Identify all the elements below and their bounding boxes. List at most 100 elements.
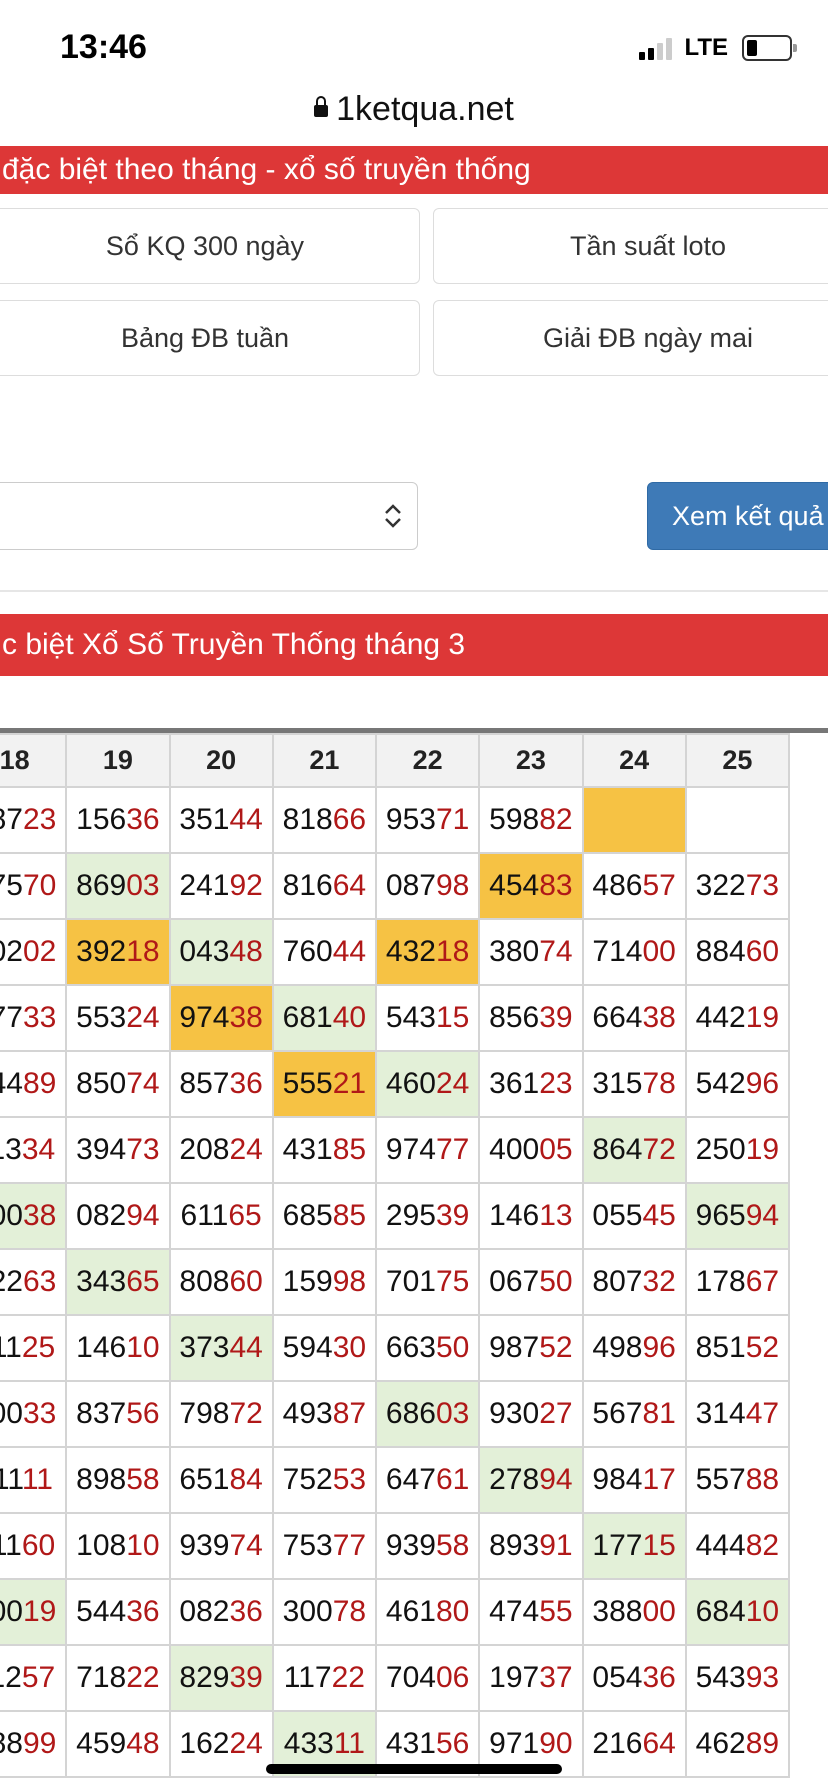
result-cell: 83756 — [65, 1380, 171, 1448]
result-cell: 59882 — [478, 786, 584, 854]
result-cell: 14610 — [65, 1314, 171, 1382]
view-results-button[interactable]: Xem kết quả — [647, 482, 828, 550]
day-header: 22 — [374, 733, 481, 788]
result-cell: 11334 — [0, 1116, 68, 1184]
result-cell: 11722 — [271, 1644, 378, 1712]
day-header: 25 — [684, 733, 791, 788]
result-cell: 80860 — [168, 1248, 274, 1316]
table-row: 7757086903241928166408798454834865732273 — [0, 852, 791, 920]
section-title: c biệt Xổ Số Truyền Thống tháng 3 — [0, 614, 828, 676]
table-row: 4112514610373445943066350987524989685152 — [0, 1314, 791, 1382]
result-cell: 14613 — [478, 1182, 584, 1250]
result-cell: 60019 — [0, 1578, 68, 1646]
day-header: 23 — [478, 733, 584, 788]
result-cell: 08236 — [168, 1578, 274, 1646]
result-cell: 08294 — [65, 1182, 171, 1250]
table-row: 1133439473208244318597477400058647225019 — [0, 1116, 791, 1184]
result-cell: 16224 — [168, 1710, 274, 1778]
table-row: 1448985074857365552146024361233157854296 — [0, 1050, 791, 1118]
result-cell: 34365 — [65, 1248, 171, 1316]
result-cell: 70406 — [374, 1644, 481, 1712]
result-cell: 75253 — [271, 1446, 378, 1514]
home-indicator[interactable] — [266, 1764, 562, 1774]
result-cell: 05436 — [581, 1644, 687, 1712]
result-cell: 15998 — [271, 1248, 378, 1316]
result-cell: 46289 — [684, 1710, 791, 1778]
history-300-days-button[interactable]: Sổ KQ 300 ngày — [0, 208, 420, 284]
result-cell: 81664 — [271, 852, 378, 920]
result-cell: 55788 — [684, 1446, 791, 1514]
result-cell: 82939 — [168, 1644, 274, 1712]
battery-icon — [742, 35, 797, 61]
tomorrow-special-button[interactable]: Giải ĐB ngày mai — [433, 300, 828, 376]
result-cell: 31578 — [581, 1050, 687, 1118]
result-cell: 15636 — [65, 786, 171, 854]
result-cell: 68140 — [271, 984, 378, 1052]
table-header-row: 18 19 20 21 22 23 24 25 — [0, 733, 791, 788]
network-type: LTE — [684, 34, 728, 61]
result-cell: 54296 — [684, 1050, 791, 1118]
results-table-container[interactable]: 1819202122232425 38723156363514481866953… — [0, 733, 828, 1792]
result-cell: 88460 — [684, 918, 791, 986]
result-cell: 46024 — [374, 1050, 481, 1118]
result-cell: 38723 — [0, 786, 68, 854]
result-cell: 75377 — [271, 1512, 378, 1580]
result-cell: 08798 — [374, 852, 481, 920]
result-cell: 77733 — [0, 984, 68, 1052]
table-row: 2116010810939747537793958893911771544482 — [0, 1512, 791, 1580]
result-cell: 21160 — [0, 1512, 68, 1580]
result-cell: 49387 — [271, 1380, 378, 1448]
result-cell: 54315 — [374, 984, 481, 1052]
table-row: 3003808294611656858529539146130554596594 — [0, 1182, 791, 1250]
result-cell: 39218 — [65, 918, 171, 986]
lock-icon — [314, 96, 329, 117]
result-cell: 97477 — [374, 1116, 481, 1184]
result-cell: 27894 — [478, 1446, 584, 1514]
status-time: 13:46 — [60, 28, 147, 66]
result-cell: 47455 — [478, 1578, 584, 1646]
result-cell: 38074 — [478, 918, 584, 986]
weekly-special-table-button[interactable]: Bảng ĐB tuần — [0, 300, 420, 376]
result-cell: 20824 — [168, 1116, 274, 1184]
result-cell: 30078 — [271, 1578, 378, 1646]
chevron-updown-icon — [385, 504, 401, 528]
page-banner: đặc biệt theo tháng - xổ số truyền thống — [0, 146, 828, 194]
result-cell: 60033 — [0, 1380, 68, 1448]
special-results-table: 1819202122232425 38723156363514481866953… — [0, 733, 791, 1778]
result-cell: 49896 — [581, 1314, 687, 1382]
result-cell: 48657 — [581, 852, 687, 920]
result-cell: 04348 — [168, 918, 274, 986]
table-row: 6003383756798724938768603930275678131447 — [0, 1380, 791, 1448]
result-cell: 21664 — [581, 1710, 687, 1778]
result-cell: 85736 — [168, 1050, 274, 1118]
result-cell: 32263 — [0, 1248, 68, 1316]
result-cell: 96594 — [684, 1182, 791, 1250]
result-cell: 20202 — [0, 918, 68, 986]
result-cell: 89391 — [478, 1512, 584, 1580]
result-cell: 45948 — [65, 1710, 171, 1778]
url-bar[interactable]: 1ketqua.net — [0, 90, 828, 138]
result-cell: 05545 — [581, 1182, 687, 1250]
result-cell: 10810 — [65, 1512, 171, 1580]
result-cell: 68603 — [374, 1380, 481, 1448]
loto-frequency-button[interactable]: Tần suất loto — [433, 208, 828, 284]
month-select[interactable] — [0, 482, 418, 550]
table-row: 7773355324974386814054315856396643844219 — [0, 984, 791, 1052]
result-cell: 41125 — [0, 1314, 68, 1382]
result-cell: 76044 — [271, 918, 378, 986]
result-cell: 35144 — [168, 786, 274, 854]
result-cell: 54393 — [684, 1644, 791, 1712]
result-cell: 17867 — [684, 1248, 791, 1316]
result-cell: 93027 — [478, 1380, 584, 1448]
result-cell: 95371 — [374, 786, 481, 854]
status-bar: 13:46 LTE — [0, 0, 828, 95]
result-cell: 70175 — [374, 1248, 481, 1316]
result-cell: 31447 — [684, 1380, 791, 1448]
result-cell: 43185 — [271, 1116, 378, 1184]
result-cell: 24192 — [168, 852, 274, 920]
result-cell: 64761 — [374, 1446, 481, 1514]
result-cell: 11257 — [0, 1644, 68, 1712]
result-cell: 80732 — [581, 1248, 687, 1316]
result-cell: 44219 — [684, 984, 791, 1052]
result-cell: 55324 — [65, 984, 171, 1052]
